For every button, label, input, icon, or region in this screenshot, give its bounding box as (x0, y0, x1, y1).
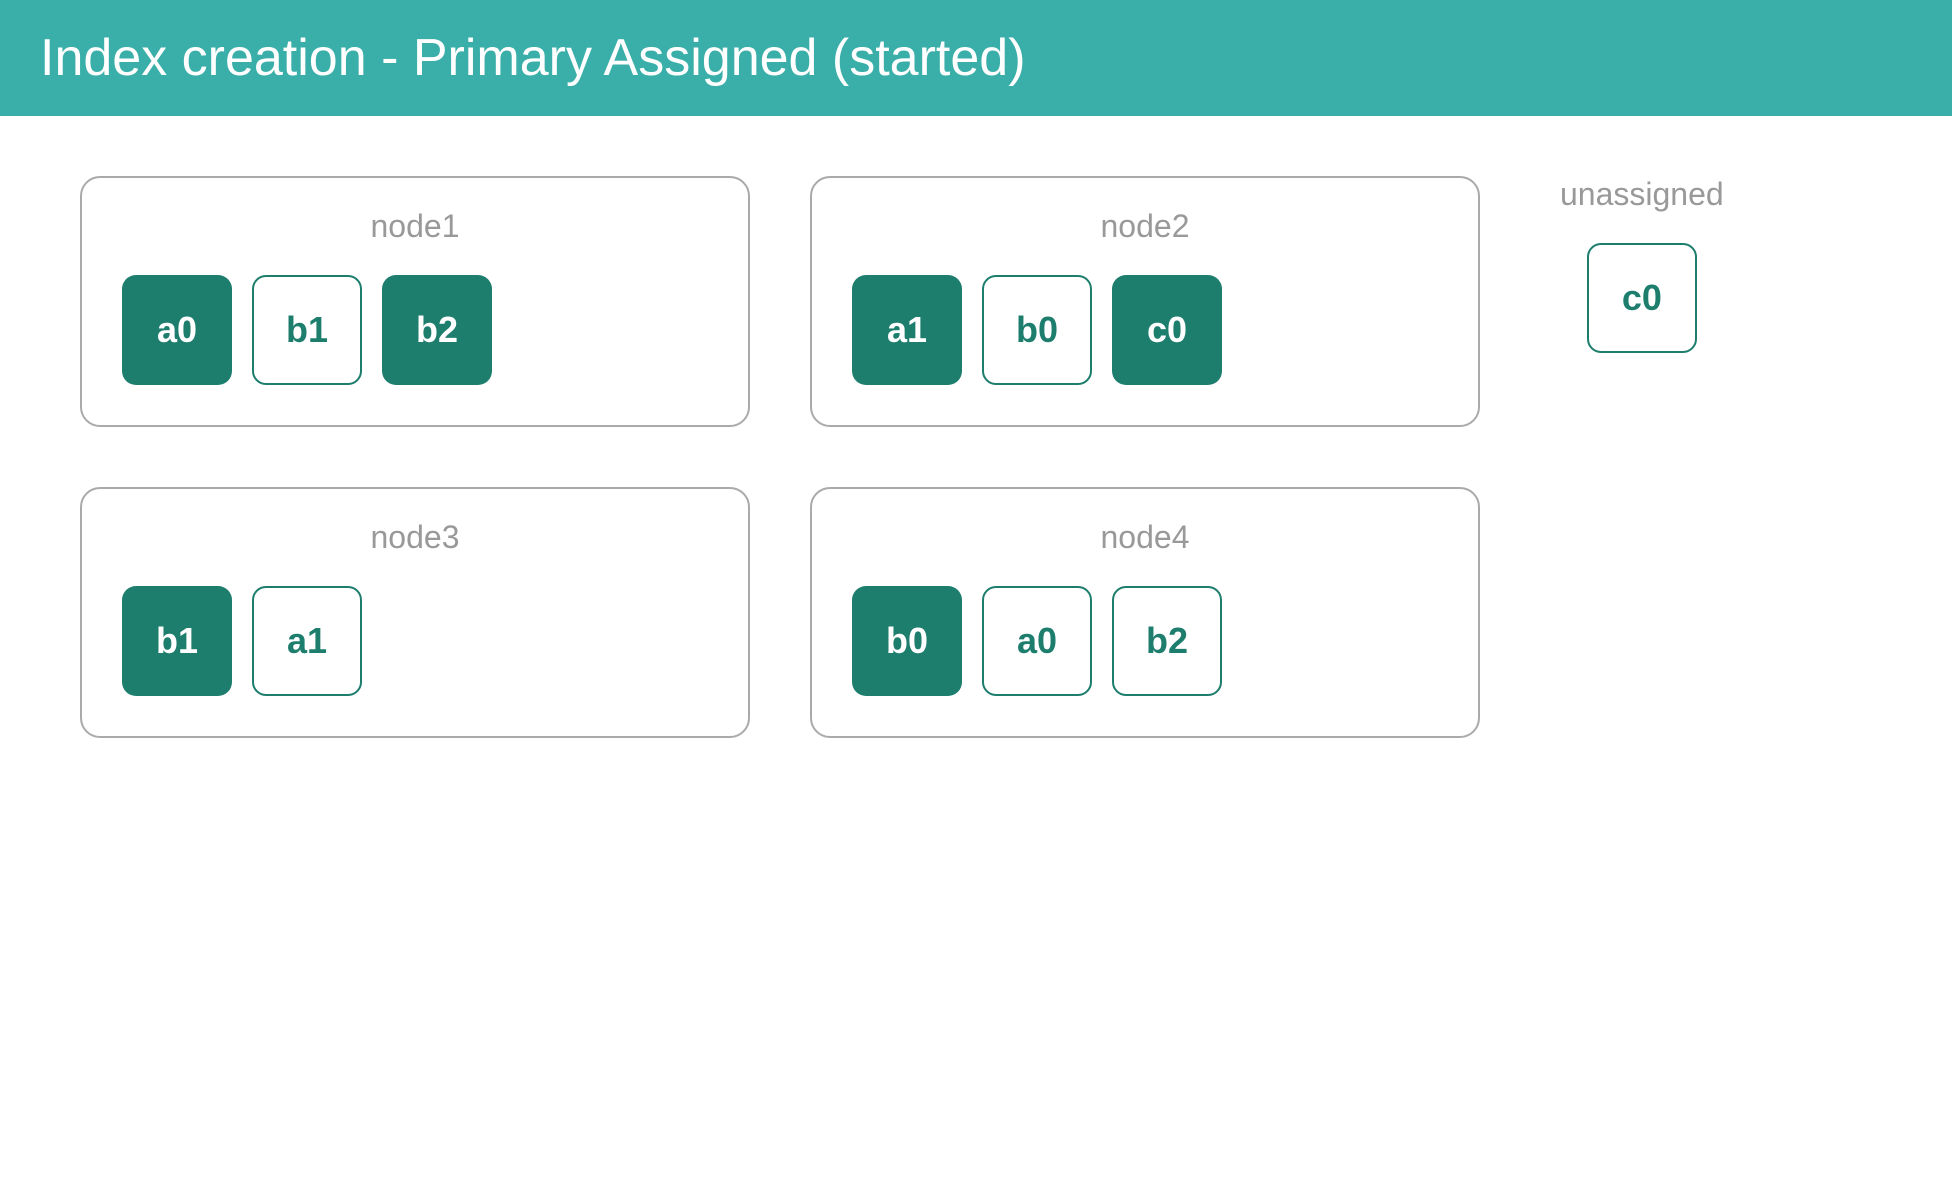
shards-grid-node2: a1b0c0 (852, 275, 1438, 385)
shard-node1-a0: a0 (122, 275, 232, 385)
shard-node4-b2: b2 (1112, 586, 1222, 696)
node-title-node3: node3 (122, 519, 708, 556)
node-box-node3: node3 b1a1 (80, 487, 750, 738)
node-box-node4: node4 b0a0b2 (810, 487, 1480, 738)
shard-node4-a0: a0 (982, 586, 1092, 696)
shard-node2-c0: c0 (1112, 275, 1222, 385)
node-box-node1: node1 a0b1b2 (80, 176, 750, 427)
node-title-node1: node1 (122, 208, 708, 245)
shard-node3-a1: a1 (252, 586, 362, 696)
unassigned-label: unassigned (1560, 176, 1724, 213)
node-title-node2: node2 (852, 208, 1438, 245)
shards-grid-node4: b0a0b2 (852, 586, 1438, 696)
shards-grid-node1: a0b1b2 (122, 275, 708, 385)
shard-node3-b1: b1 (122, 586, 232, 696)
node-title-node4: node4 (852, 519, 1438, 556)
node-box-node2: node2 a1b0c0 (810, 176, 1480, 427)
shard-node1-b2: b2 (382, 275, 492, 385)
unassigned-shard-c0: c0 (1587, 243, 1697, 353)
shard-node1-b1: b1 (252, 275, 362, 385)
shard-node2-a1: a1 (852, 275, 962, 385)
shard-node2-b0: b0 (982, 275, 1092, 385)
unassigned-shards: c0 (1587, 243, 1697, 353)
page-header: Index creation - Primary Assigned (start… (0, 0, 1952, 116)
shards-grid-node3: b1a1 (122, 586, 708, 696)
page-title: Index creation - Primary Assigned (start… (40, 28, 1912, 88)
shard-node4-b0: b0 (852, 586, 962, 696)
nodes-grid: node1a0b1b2node2a1b0c0node3b1a1node4b0a0… (80, 176, 1480, 738)
main-content: node1a0b1b2node2a1b0c0node3b1a1node4b0a0… (0, 116, 1952, 798)
unassigned-section: unassigned c0 (1560, 176, 1724, 353)
